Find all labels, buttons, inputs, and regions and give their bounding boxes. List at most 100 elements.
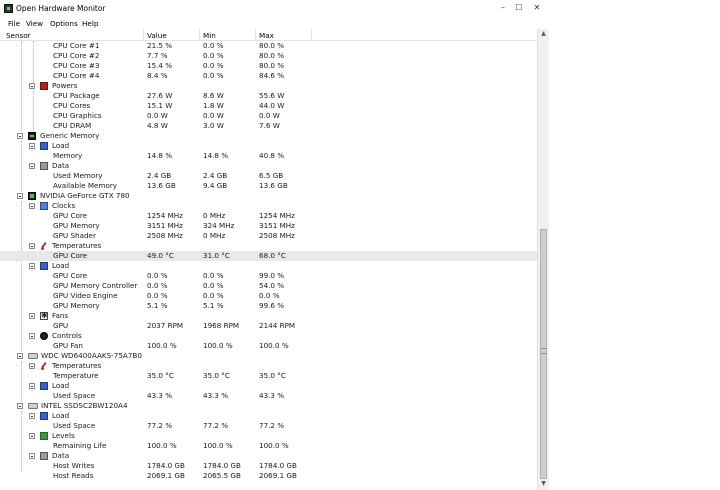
tree-row[interactable]: GPU Core 1254 MHz 0 MHz 1254 MHz (0, 211, 537, 221)
tree-row[interactable]: WDC WD6400AAKS-75A7B0 (0, 351, 537, 361)
collapse-toggle[interactable] (17, 193, 23, 199)
sensor-value: 2069.1 GB (147, 471, 185, 480)
scroll-down-arrow-icon[interactable]: ▼ (538, 479, 549, 489)
tree-row[interactable]: Remaining Life 100.0 % 100.0 % 100.0 % (0, 441, 537, 451)
tree-row[interactable]: Data (0, 451, 537, 461)
tree-row[interactable]: Clocks (0, 201, 537, 211)
tree-row-selected[interactable]: GPU Core 49.0 °C 31.0 °C 68.0 °C (0, 251, 537, 261)
sensor-max: 13.6 GB (259, 181, 288, 190)
sensor-min: 5.1 % (203, 301, 224, 310)
tree-row[interactable]: Load (0, 381, 537, 391)
sensor-value: 0.0 % (147, 281, 168, 290)
collapse-toggle[interactable] (29, 453, 35, 459)
sensor-min: 31.0 °C (203, 251, 230, 260)
group-label: Powers (52, 81, 78, 90)
tree-row[interactable]: GPU Shader 2508 MHz 0 MHz 2508 MHz (0, 231, 537, 241)
scroll-up-arrow-icon[interactable]: ▲ (538, 29, 549, 39)
data-icon (40, 452, 48, 460)
load-icon (40, 412, 48, 420)
tree-row[interactable]: CPU Core #1 21.5 % 0.0 % 80.0 % (0, 41, 537, 51)
collapse-toggle[interactable] (29, 143, 35, 149)
tree-row[interactable]: Host Writes 1784.0 GB 1784.0 GB 1784.0 G… (0, 461, 537, 471)
tree-row[interactable]: CPU Cores 15.1 W 1.8 W 44.0 W (0, 101, 537, 111)
scrollbar-grip (541, 348, 546, 354)
vertical-scrollbar[interactable]: ▲ ▼ (537, 29, 549, 490)
tree-row[interactable]: Available Memory 13.6 GB 9.4 GB 13.6 GB (0, 181, 537, 191)
load-icon (40, 142, 48, 150)
collapse-toggle[interactable] (17, 133, 23, 139)
thermometer-icon (40, 362, 48, 370)
tree-row[interactable]: Generic Memory (0, 131, 537, 141)
column-divider[interactable] (199, 29, 200, 40)
column-divider[interactable] (255, 29, 256, 40)
tree-row[interactable]: GPU Core 0.0 % 0.0 % 99.0 % (0, 271, 537, 281)
tree-row[interactable]: CPU DRAM 4.8 W 3.0 W 7.6 W (0, 121, 537, 131)
menu-help[interactable]: Help (82, 19, 98, 28)
header-value[interactable]: Value (147, 31, 167, 40)
column-divider[interactable] (311, 29, 312, 40)
tree-row[interactable]: CPU Core #3 15.4 % 0.0 % 80.0 % (0, 61, 537, 71)
tree-row[interactable]: Levels (0, 431, 537, 441)
column-divider[interactable] (143, 29, 144, 40)
sensor-min: 100.0 % (203, 441, 233, 450)
tree-row[interactable]: Used Space 43.3 % 43.3 % 43.3 % (0, 391, 537, 401)
sensor-value: 27.6 W (147, 91, 173, 100)
tree-row[interactable]: Fans (0, 311, 537, 321)
header-sensor[interactable]: Sensor (6, 31, 31, 40)
tree-row[interactable]: Used Space 77.2 % 77.2 % 77.2 % (0, 421, 537, 431)
tree-row[interactable]: CPU Graphics 0.0 W 0.0 W 0.0 W (0, 111, 537, 121)
minimize-button[interactable]: – (495, 2, 511, 14)
tree-row[interactable]: INTEL SSDSC2BW120A4 (0, 401, 537, 411)
group-label: Clocks (52, 201, 76, 210)
collapse-toggle[interactable] (29, 203, 35, 209)
tree-row[interactable]: Controls (0, 331, 537, 341)
collapse-toggle[interactable] (29, 263, 35, 269)
tree-row[interactable]: GPU 2037 RPM 1968 RPM 2144 RPM (0, 321, 537, 331)
tree-row[interactable]: Memory 14.8 % 14.8 % 40.8 % (0, 151, 537, 161)
collapse-toggle[interactable] (17, 403, 23, 409)
menu-file[interactable]: File (8, 19, 20, 28)
tree-row[interactable]: GPU Video Engine 0.0 % 0.0 % 0.0 % (0, 291, 537, 301)
sensor-label: GPU (53, 321, 69, 330)
collapse-toggle[interactable] (29, 413, 35, 419)
collapse-toggle[interactable] (29, 333, 35, 339)
sensor-tree[interactable]: CPU Core #1 21.5 % 0.0 % 80.0 % CPU Core… (0, 41, 537, 490)
close-button[interactable]: ✕ (529, 2, 545, 14)
collapse-toggle[interactable] (29, 433, 35, 439)
tree-row[interactable]: CPU Package 27.6 W 8.6 W 55.6 W (0, 91, 537, 101)
header-max[interactable]: Max (259, 31, 274, 40)
tree-row[interactable]: Used Memory 2.4 GB 2.4 GB 6.5 GB (0, 171, 537, 181)
header-min[interactable]: Min (203, 31, 216, 40)
hardware-label: INTEL SSDSC2BW120A4 (41, 401, 128, 410)
collapse-toggle[interactable] (29, 163, 35, 169)
tree-row[interactable]: CPU Core #2 7.7 % 0.0 % 80.0 % (0, 51, 537, 61)
tree-row[interactable]: Load (0, 141, 537, 151)
title-bar[interactable]: Open Hardware Monitor – ☐ ✕ (0, 0, 549, 18)
group-label: Temperatures (52, 241, 102, 250)
collapse-toggle[interactable] (29, 243, 35, 249)
tree-row[interactable]: CPU Core #4 8.4 % 0.0 % 84.6 % (0, 71, 537, 81)
tree-row[interactable]: NVIDIA GeForce GTX 780 (0, 191, 537, 201)
collapse-toggle[interactable] (29, 83, 35, 89)
tree-row[interactable]: GPU Memory 5.1 % 5.1 % 99.6 % (0, 301, 537, 311)
scrollbar-thumb[interactable] (540, 229, 547, 479)
tree-row[interactable]: Temperature 35.0 °C 35.0 °C 35.0 °C (0, 371, 537, 381)
maximize-button[interactable]: ☐ (511, 2, 527, 14)
menu-options[interactable]: Options (50, 19, 78, 28)
collapse-toggle[interactable] (29, 363, 35, 369)
collapse-toggle[interactable] (29, 313, 35, 319)
menu-view[interactable]: View (26, 19, 43, 28)
tree-row[interactable]: Powers (0, 81, 537, 91)
tree-row[interactable]: Temperatures (0, 241, 537, 251)
collapse-toggle[interactable] (29, 383, 35, 389)
tree-row[interactable]: Host Reads 2069.1 GB 2065.5 GB 2069.1 GB (0, 471, 537, 481)
collapse-toggle[interactable] (17, 353, 23, 359)
tree-row[interactable]: Load (0, 411, 537, 421)
tree-row[interactable]: GPU Memory 3151 MHz 324 MHz 3151 MHz (0, 221, 537, 231)
tree-row[interactable]: Data (0, 161, 537, 171)
tree-row[interactable]: GPU Fan 100.0 % 100.0 % 100.0 % (0, 341, 537, 351)
group-label: Load (52, 141, 70, 150)
tree-row[interactable]: Load (0, 261, 537, 271)
tree-row[interactable]: Temperatures (0, 361, 537, 371)
tree-row[interactable]: GPU Memory Controller 0.0 % 0.0 % 54.0 % (0, 281, 537, 291)
